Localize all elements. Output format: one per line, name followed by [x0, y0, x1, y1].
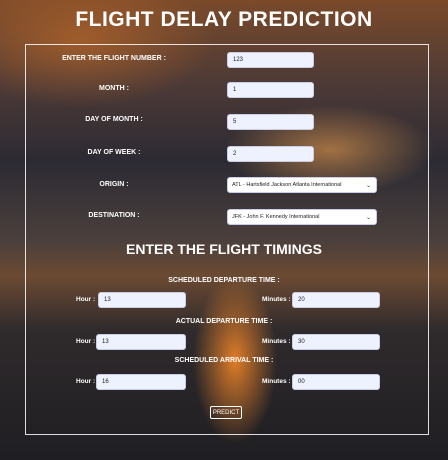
predict-button[interactable]: PREDICT	[210, 406, 242, 419]
day-of-month-label: DAY OF MONTH :	[85, 116, 143, 123]
month-input[interactable]: 1	[227, 82, 314, 98]
actual-departure-minutes-input[interactable]: 30	[292, 334, 380, 350]
actual-departure-hour-label: Hour :	[76, 338, 96, 345]
page-title: FLIGHT DELAY PREDICTION	[75, 8, 373, 31]
origin-select-value: ATL - Hartsfield Jackson Atlanta Interna…	[232, 182, 342, 188]
actual-departure-heading: ACTUAL DEPARTURE TIME :	[175, 318, 273, 325]
destination-select[interactable]: JFK - John F. Kennedy International ⌄	[227, 209, 377, 225]
day-of-week-input[interactable]: 2	[227, 146, 314, 162]
scheduled-arrival-minutes-label: Minutes :	[262, 378, 291, 385]
scheduled-departure-hour-input[interactable]: 13	[98, 292, 186, 308]
destination-select-value: JFK - John F. Kennedy International	[232, 214, 320, 220]
scheduled-departure-minutes-label: Minutes :	[262, 296, 291, 303]
actual-departure-minutes-label: Minutes :	[262, 338, 291, 345]
chevron-down-icon: ⌄	[365, 182, 372, 189]
scheduled-arrival-hour-input[interactable]: 16	[96, 374, 186, 390]
origin-label: ORIGIN :	[99, 181, 129, 188]
flight-number-label: ENTER THE FLIGHT NUMBER :	[62, 55, 166, 62]
origin-select[interactable]: ATL - Hartsfield Jackson Atlanta Interna…	[227, 177, 377, 193]
flight-number-input[interactable]: 123	[227, 52, 314, 68]
chevron-down-icon: ⌄	[365, 214, 372, 221]
month-label: MONTH :	[99, 85, 129, 92]
day-of-week-label: DAY OF WEEK :	[87, 149, 141, 156]
day-of-month-input[interactable]: 5	[227, 114, 314, 130]
scheduled-arrival-heading: SCHEDULED ARRIVAL TIME :	[174, 357, 274, 364]
scheduled-departure-heading: SCHEDULED DEPARTURE TIME :	[168, 277, 280, 284]
timings-heading: ENTER THE FLIGHT TIMINGS	[126, 241, 322, 257]
destination-label: DESTINATION :	[88, 212, 140, 219]
scheduled-arrival-hour-label: Hour :	[76, 378, 96, 385]
scheduled-departure-hour-label: Hour :	[76, 296, 96, 303]
scheduled-departure-minutes-input[interactable]: 20	[292, 292, 380, 308]
scheduled-arrival-minutes-input[interactable]: 00	[292, 374, 380, 390]
actual-departure-hour-input[interactable]: 13	[96, 334, 186, 350]
